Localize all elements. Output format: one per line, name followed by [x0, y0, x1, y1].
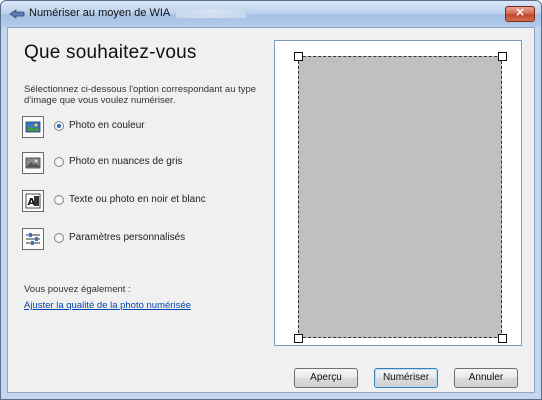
scanner-icon	[9, 9, 25, 19]
preview-button[interactable]: Aperçu	[294, 368, 358, 388]
resize-handle-bottom-left[interactable]	[294, 334, 303, 343]
page-heading: Que souhaitez-vous	[24, 42, 197, 63]
dialog-client-area: Que souhaitez-vous Sélectionnez ci-desso…	[7, 27, 535, 393]
title-bar[interactable]: Numériser au moyen de WIA ×	[1, 1, 541, 27]
grayscale-photo-icon[interactable]	[22, 152, 44, 174]
close-icon: ×	[514, 5, 526, 19]
preview-panel	[274, 40, 522, 346]
grayscale-photo-radio[interactable]	[54, 157, 64, 167]
adjust-quality-link[interactable]: Ajuster la qualité de la photo numérisée	[24, 300, 191, 311]
custom-settings-radio[interactable]	[54, 233, 64, 243]
resize-handle-top-left[interactable]	[294, 52, 303, 61]
scan-area-selection[interactable]	[298, 56, 502, 338]
resize-handle-bottom-right[interactable]	[498, 334, 507, 343]
option-label: Photo en couleur	[69, 120, 145, 131]
scan-dialog-window: Numériser au moyen de WIA × Que souhaite…	[0, 0, 542, 400]
black-white-radio[interactable]	[54, 195, 64, 205]
color-photo-icon[interactable]	[22, 116, 44, 138]
custom-settings-icon[interactable]	[22, 228, 44, 250]
cancel-button[interactable]: Annuler	[454, 368, 518, 388]
color-photo-radio[interactable]	[54, 121, 64, 131]
resize-handle-top-right[interactable]	[498, 52, 507, 61]
scan-button[interactable]: Numériser	[374, 368, 438, 388]
option-custom-settings[interactable]: Paramètres personnalisés	[22, 228, 262, 252]
window-title: Numériser au moyen de WIA	[29, 7, 247, 19]
option-color-photo[interactable]: Photo en couleur	[22, 116, 262, 140]
option-label: Texte ou photo en noir et blanc	[69, 194, 206, 205]
close-button[interactable]: ×	[505, 5, 535, 22]
instructions-text: Sélectionnez ci-dessous l'option corresp…	[24, 84, 257, 106]
option-black-white[interactable]: A Texte ou photo en noir et blanc	[22, 190, 262, 214]
option-label: Photo en nuances de gris	[69, 156, 183, 167]
option-label: Paramètres personnalisés	[69, 232, 186, 243]
black-white-text-icon[interactable]: A	[22, 190, 44, 212]
option-grayscale-photo[interactable]: Photo en nuances de gris	[22, 152, 262, 176]
also-text: Vous pouvez également :	[24, 284, 131, 295]
blurred-device-name	[176, 8, 247, 18]
